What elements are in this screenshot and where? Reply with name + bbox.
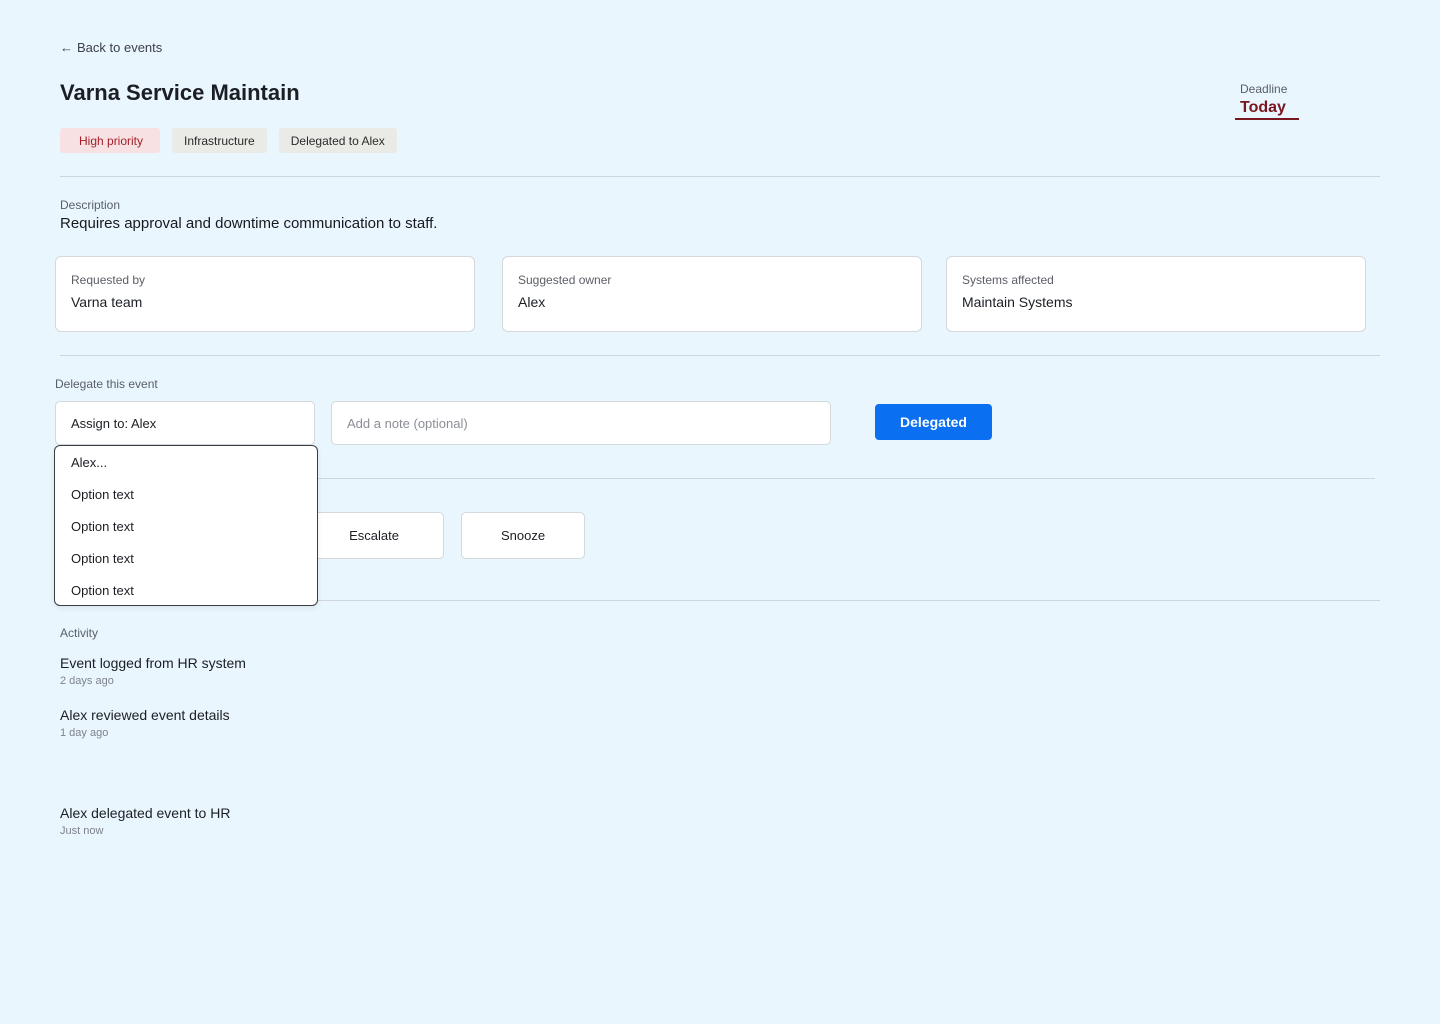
escalate-button[interactable]: Escalate: [300, 512, 444, 559]
back-link-label: Back to events: [77, 40, 163, 55]
activity-label: Activity: [60, 626, 99, 640]
description-text: Requires approval and downtime communica…: [60, 215, 438, 232]
assign-dropdown-menu: Alex... Option text Option text Option t…: [54, 445, 318, 606]
tag-list: High priority Infrastructure Delegated t…: [60, 128, 397, 153]
description-label: Description: [60, 198, 121, 212]
activity-item-title: Event logged from HR system: [60, 655, 246, 671]
activity-item-time: 2 days ago: [60, 675, 114, 687]
card-label: Suggested owner: [518, 273, 612, 287]
card-value: Maintain Systems: [962, 294, 1073, 310]
assign-select-value: Assign to: Alex: [71, 415, 157, 431]
dropdown-option[interactable]: Option text: [55, 478, 317, 510]
delegated-button[interactable]: Delegated: [875, 404, 992, 440]
card-label: Systems affected: [962, 273, 1054, 287]
activity-item-time: Just now: [60, 825, 104, 837]
delegate-section-label: Delegate this event: [55, 377, 158, 391]
divider: [60, 176, 1380, 177]
card-value: Alex: [518, 294, 546, 310]
escalate-label: Escalate: [349, 528, 399, 543]
card-label: Requested by: [71, 273, 146, 287]
activity-item-time: 1 day ago: [60, 727, 109, 739]
dropdown-option-alex[interactable]: Alex...: [55, 446, 317, 478]
suggested-owner-card: Suggested owner Alex: [502, 256, 922, 332]
dropdown-option[interactable]: Option text: [55, 574, 317, 606]
systems-affected-card: Systems affected Maintain Systems: [946, 256, 1366, 332]
divider: [60, 355, 1380, 356]
note-input[interactable]: [331, 401, 831, 445]
dropdown-option[interactable]: Option text: [55, 510, 317, 542]
activity-item-title: Alex delegated event to HR: [60, 805, 231, 821]
assign-to-select[interactable]: Assign to: Alex: [55, 401, 315, 445]
category-tag: Infrastructure: [172, 128, 267, 153]
deadline: Deadline Today: [1235, 82, 1299, 120]
requested-by-card: Requested by Varna team: [55, 256, 475, 332]
delegation-tag: Delegated to Alex: [278, 128, 397, 153]
priority-tag: High priority: [60, 128, 161, 153]
back-to-events-link[interactable]: ← Back to events: [60, 40, 162, 55]
deadline-label: Deadline: [1240, 82, 1288, 96]
snooze-label: Snooze: [500, 528, 546, 543]
card-value: Varna team: [71, 294, 143, 310]
deadline-value: Today: [1235, 99, 1299, 120]
page-title: Varna Service Maintain: [60, 80, 300, 105]
dropdown-option[interactable]: Option text: [55, 542, 317, 574]
snooze-button[interactable]: Snooze: [461, 512, 585, 559]
arrow-left-icon: ←: [60, 40, 73, 55]
activity-item-title: Alex reviewed event details: [60, 707, 230, 723]
